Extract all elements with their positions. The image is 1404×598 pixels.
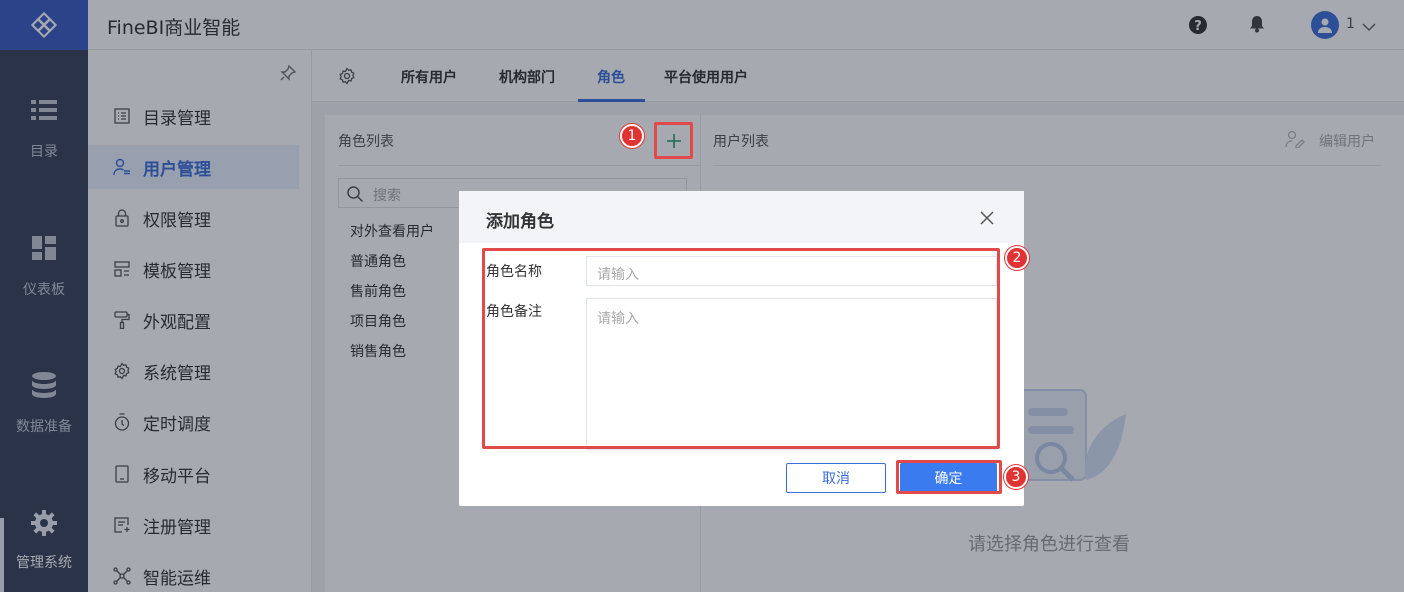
dialog-header: 添加角色 [459,191,1024,243]
step-badge: 1 [620,124,644,148]
close-icon[interactable] [980,210,994,229]
step-badge: 3 [1004,465,1028,489]
highlight-form [482,248,1000,449]
step-badge: 2 [1005,246,1029,270]
dialog-title: 添加角色 [486,212,554,232]
highlight-add-role [654,122,693,159]
highlight-confirm [896,460,1002,494]
cancel-button[interactable]: 取消 [786,463,886,493]
